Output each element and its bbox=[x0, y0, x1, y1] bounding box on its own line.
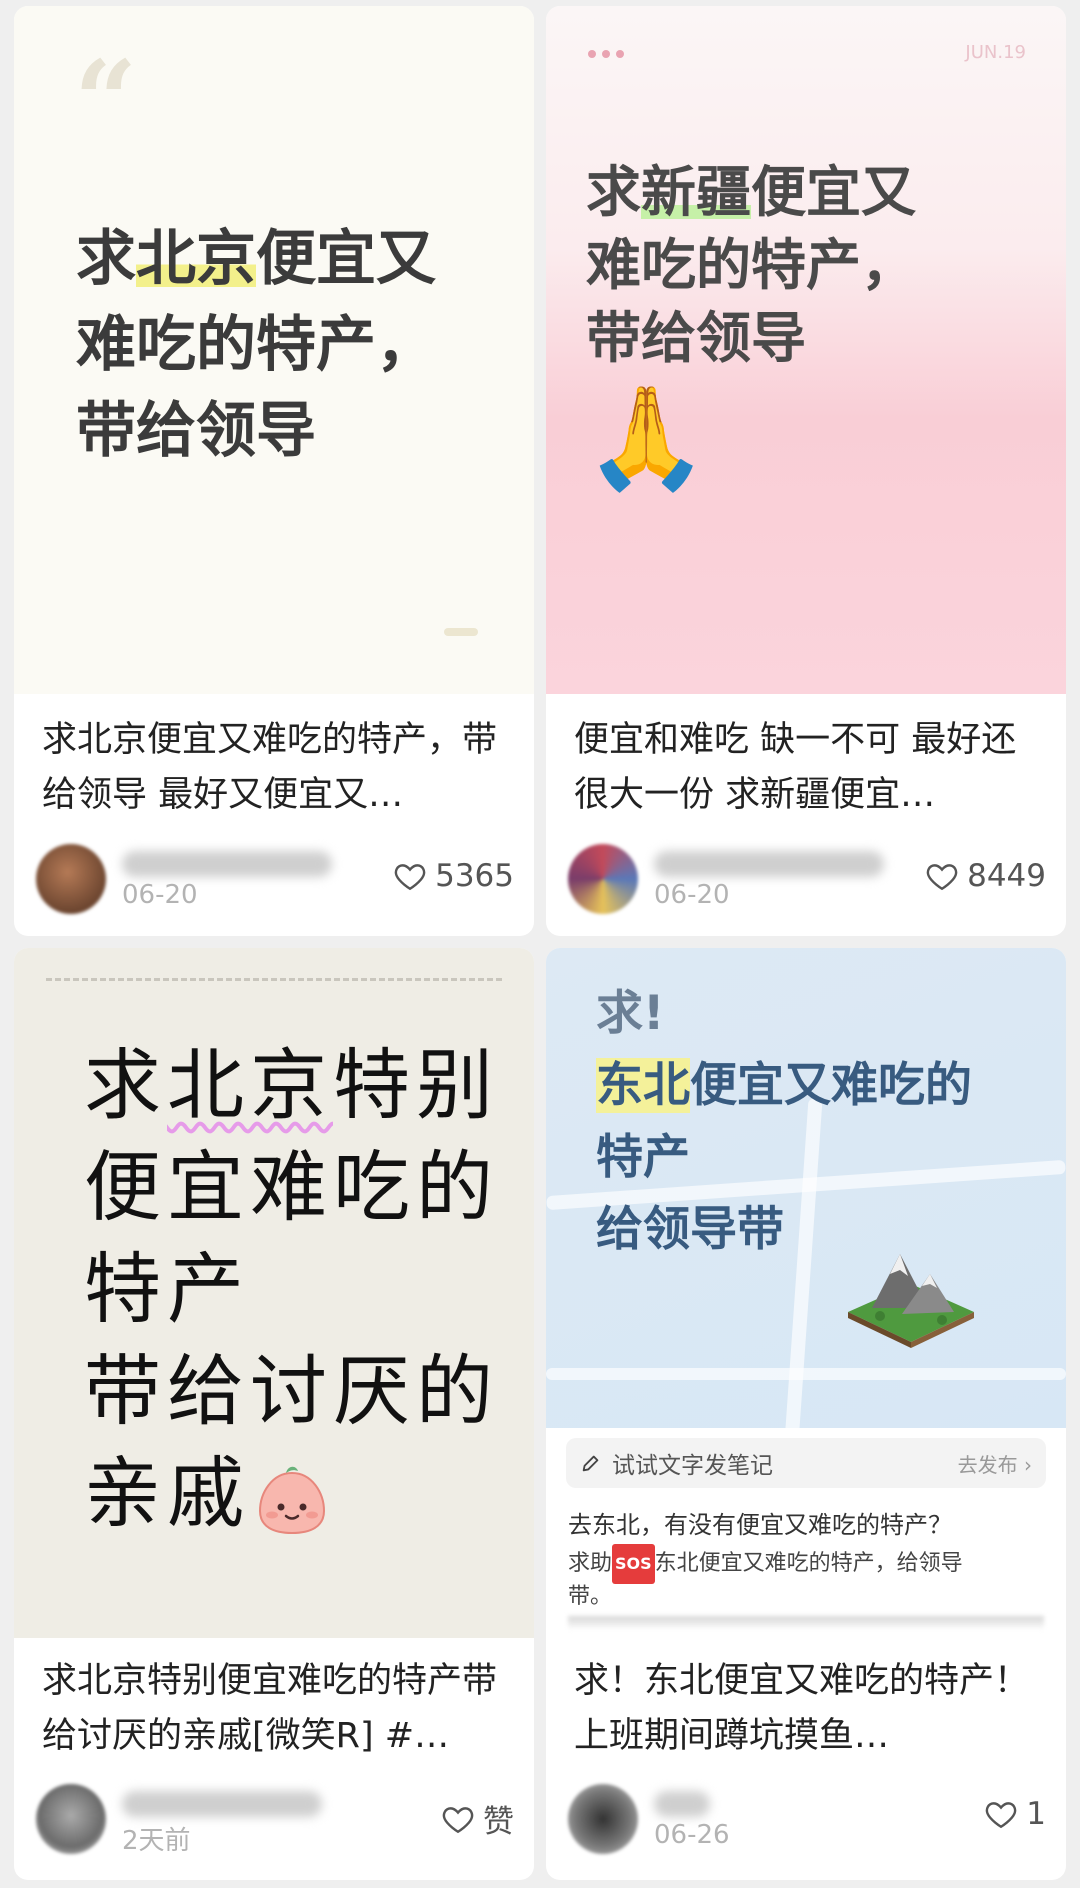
avatar[interactable] bbox=[36, 1784, 106, 1854]
heart-icon bbox=[394, 864, 426, 891]
note-card-3[interactable]: 求北京特别 便宜难吃的 特产 带给讨厌的 亲戚 求北京特别便宜难吃的特产带给讨厌… bbox=[14, 948, 534, 1880]
post-date: 06-20 bbox=[654, 880, 730, 910]
heart-icon bbox=[442, 1806, 474, 1833]
praying-hands-icon: 🙏 bbox=[584, 379, 709, 496]
post-date: 06-26 bbox=[654, 1820, 730, 1850]
post-date: 06-20 bbox=[122, 880, 198, 910]
smiling-face-icon bbox=[258, 1466, 326, 1535]
note-caption[interactable]: 求北京特别便宜难吃的特产带给讨厌的亲戚[微笑R] #… bbox=[42, 1654, 514, 1764]
author-name[interactable] bbox=[122, 1791, 322, 1817]
note-card-1[interactable]: “ 求北京便宜又 难吃的特产， 带给领导 求北京便宜又难吃的特产，带给领导 最好… bbox=[14, 6, 534, 936]
avatar[interactable] bbox=[568, 1784, 638, 1854]
note-cover-1[interactable]: “ 求北京便宜又 难吃的特产， 带给领导 bbox=[14, 6, 534, 694]
text-note-prompt[interactable]: 试试文字发笔记 去发布 › bbox=[566, 1438, 1046, 1488]
note-caption[interactable]: 便宜和难吃 缺一不可 最好还很大一份 求新疆便宜… bbox=[574, 713, 1046, 823]
author-name[interactable] bbox=[654, 851, 884, 877]
like-count: 赞 bbox=[483, 1804, 514, 1840]
like-count: 5365 bbox=[435, 858, 514, 894]
preview-text: 去东北，有没有便宜又难吃的特产？ bbox=[568, 1511, 952, 1539]
heart-icon bbox=[926, 864, 958, 891]
like-count: 1 bbox=[1026, 1796, 1046, 1832]
note-card-4[interactable]: 求! 东北便宜又难吃的 特产 给领导带 试试文字发笔记 去发布 › 去东北，有没… bbox=[546, 948, 1066, 1880]
avatar[interactable] bbox=[568, 844, 638, 914]
author-name[interactable] bbox=[122, 851, 332, 877]
quote-icon: “ bbox=[74, 36, 138, 165]
pencil-icon bbox=[582, 1455, 599, 1472]
mountain-icon bbox=[848, 1254, 974, 1348]
post-date: 2天前 bbox=[122, 1826, 191, 1856]
note-cover-2[interactable]: JUN.19 求新疆便宜又 难吃的特产， 带给领导 🙏 bbox=[546, 6, 1066, 694]
preview-text: 带。 bbox=[568, 1584, 613, 1609]
note-cover-3[interactable]: 求北京特别 便宜难吃的 特产 带给讨厌的 亲戚 bbox=[14, 948, 534, 1638]
prompt-label: 试试文字发笔记 bbox=[612, 1453, 773, 1479]
dashed-divider bbox=[46, 978, 502, 981]
like-count: 8449 bbox=[967, 858, 1046, 894]
like-button[interactable]: 5365 bbox=[393, 858, 514, 894]
note-card-2[interactable]: JUN.19 求新疆便宜又 难吃的特产， 带给领导 🙏 便宜和难吃 缺一不可 最… bbox=[546, 6, 1066, 936]
cover-title: 求! 东北便宜又难吃的 特产 给领导带 bbox=[596, 986, 972, 1257]
publish-link[interactable]: 去发布 › bbox=[958, 1449, 1032, 1478]
like-button[interactable]: 8449 bbox=[925, 858, 1046, 894]
avatar[interactable] bbox=[36, 844, 106, 914]
like-button[interactable]: 赞 bbox=[441, 1796, 514, 1841]
heart-icon bbox=[986, 1802, 1017, 1829]
note-caption[interactable]: 求北京便宜又难吃的特产，带给领导 最好又便宜又… bbox=[42, 713, 514, 823]
cover-date-tag: JUN.19 bbox=[965, 42, 1026, 63]
author-name[interactable] bbox=[654, 1791, 710, 1817]
note-caption[interactable]: 求！东北便宜又难吃的特产！ 上班期间蹲坑摸鱼… bbox=[574, 1654, 1046, 1764]
dots-icon bbox=[588, 50, 624, 58]
preview-fade bbox=[568, 1616, 1044, 1630]
like-button[interactable]: 1 bbox=[984, 1796, 1046, 1832]
map-road bbox=[546, 1368, 1066, 1380]
cover-title: 求新疆便宜又 难吃的特产， 带给领导 bbox=[586, 160, 917, 370]
cover-title: 求北京特别 便宜难吃的 特产 带给讨厌的 亲戚 bbox=[84, 1042, 499, 1539]
cover-title: 求北京便宜又 难吃的特产， 带给领导 bbox=[76, 224, 436, 466]
decorative-dash bbox=[444, 628, 478, 636]
note-cover-4[interactable]: 求! 东北便宜又难吃的 特产 给领导带 bbox=[546, 948, 1066, 1428]
